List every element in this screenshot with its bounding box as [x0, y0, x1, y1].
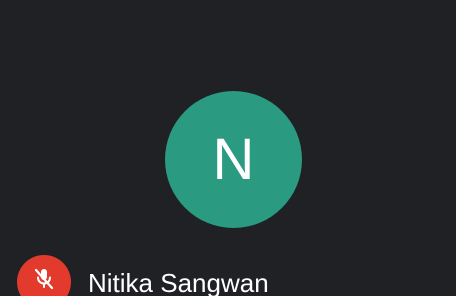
mic-off-icon	[34, 268, 54, 290]
participant-tile[interactable]: N Nitika Sangwan	[0, 0, 456, 296]
avatar-initial: N	[212, 126, 255, 192]
participant-avatar: N	[165, 91, 302, 228]
participant-name: Nitika Sangwan	[88, 268, 269, 296]
mic-muted-badge	[17, 255, 71, 296]
